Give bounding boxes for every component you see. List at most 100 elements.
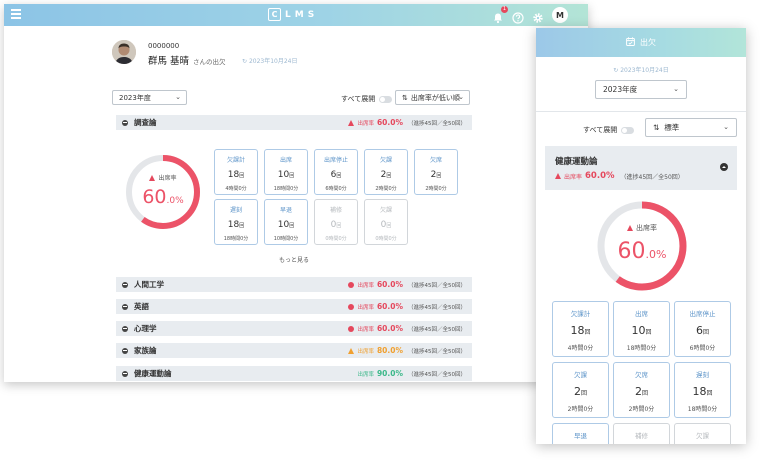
avatar[interactable]: M xyxy=(552,7,568,23)
chevron-down-icon: ⌄ xyxy=(175,93,181,101)
mobile-sort-select[interactable]: ⇅ 標準 ⌄ xyxy=(645,118,737,137)
year-select[interactable]: 2023年度 ⌄ xyxy=(112,90,187,105)
gauge-int: 60 xyxy=(142,186,167,208)
gauge-label-row: 出席率 xyxy=(594,223,690,233)
stat-title: 欠課計 xyxy=(226,157,245,164)
course-name: 英語 xyxy=(134,302,149,311)
notification-badge: 1 xyxy=(501,6,508,13)
mobile-course-header[interactable]: 健康運動論 出席率 60.0% （進捗45回／全50回） xyxy=(545,146,737,190)
stat-cell[interactable]: 欠課 2回 2時間0分 xyxy=(364,149,408,195)
mobile-expand-toggle[interactable]: すべて展開 xyxy=(583,125,635,135)
course-name: 人間工学 xyxy=(134,280,164,289)
stat-cell[interactable]: 早退 10回 10時間0分 xyxy=(264,199,308,245)
course-header[interactable]: 英語 出席率 60.0% （進捗45回／全50回） xyxy=(116,299,472,314)
stat-count: 18回 xyxy=(215,220,257,230)
show-more-link[interactable]: もっと見る xyxy=(279,255,309,264)
updated-date[interactable]: ↻ 2023年10月24日 xyxy=(242,56,297,65)
stat-cell[interactable]: 欠課 0回 0時間0分 xyxy=(364,199,408,245)
mobile-stat-cell[interactable]: 早退 xyxy=(552,423,609,444)
mobile-sort-value: 標準 xyxy=(664,123,680,132)
gauge-label-row: 出席率 xyxy=(124,173,202,182)
stat-cell[interactable]: 欠席 2回 2時間0分 xyxy=(414,149,458,195)
expand-all-label: すべて展開 xyxy=(341,95,376,103)
stat-cell[interactable]: 出席 10回 18時間0分 xyxy=(264,149,308,195)
stat-duration: 18時間0分 xyxy=(626,345,657,352)
mobile-updated-date[interactable]: ↻ 2023年10月24日 xyxy=(536,65,746,74)
course-header[interactable]: 健康運動論 出席率 90.0% （進捗45回／全50回） xyxy=(116,366,472,381)
stat-count: 10回 xyxy=(265,220,307,230)
stat-cell[interactable]: 遅刻 18回 18時間0分 xyxy=(214,199,258,245)
mobile-gauge-int: 60 xyxy=(617,239,646,264)
stat-duration: 18時間0分 xyxy=(273,186,299,192)
student-name-suffix: さんの出欠 xyxy=(193,58,226,66)
mobile-stat-cell[interactable]: 欠席 2回 2時間0分 xyxy=(613,362,670,418)
stat-title: 出席停止 xyxy=(689,310,716,318)
toggle-switch[interactable] xyxy=(379,95,393,103)
chevron-down-icon: ⌄ xyxy=(458,93,464,101)
collapse-icon[interactable] xyxy=(720,163,728,171)
mobile-stat-cell[interactable]: 出席 10回 18時間0分 xyxy=(613,301,670,357)
rate-value: 80.0% xyxy=(376,346,403,355)
mobile-updated-text: 2023年10月24日 xyxy=(620,67,669,74)
mobile-year-select[interactable]: 2023年度 ⌄ xyxy=(595,80,687,99)
course-header[interactable]: 心理学 出席率 60.0% （進捗45回／全50回） xyxy=(116,321,472,336)
sort-select[interactable]: ⇅ 出席率が低い順 ⌄ xyxy=(395,90,470,105)
progress-count: （進捗45回／全50回） xyxy=(408,282,466,289)
student-photo xyxy=(112,40,136,64)
help-icon[interactable] xyxy=(512,9,524,24)
course-header[interactable]: 家族論 出席率 80.0% （進捗45回／全50回） xyxy=(116,343,472,358)
warning-icon xyxy=(348,119,355,126)
mobile-stat-cell[interactable]: 補修 xyxy=(613,423,670,444)
stat-duration: 0時間0分 xyxy=(375,236,397,242)
year-select-value: 2023年度 xyxy=(119,93,151,102)
course-header[interactable]: 人間工学 出席率 60.0% （進捗45回／全50回） xyxy=(116,277,472,292)
expand-icon xyxy=(122,281,128,288)
course-name: 心理学 xyxy=(134,324,157,333)
mobile-course-rate: 出席率 60.0% （進捗45回／全50回） xyxy=(555,171,684,181)
course-header-open[interactable]: 調査論 出席率 60.0% （進捗45回／全50回） xyxy=(116,115,472,130)
warning-icon xyxy=(149,174,156,181)
stat-unit: 回 xyxy=(239,173,245,179)
stat-unit: 回 xyxy=(239,223,245,229)
rate-value: 60.0% xyxy=(376,118,403,127)
mobile-stat-cell[interactable]: 欠課 2回 2時間0分 xyxy=(552,362,609,418)
stat-count: 2回 xyxy=(415,170,457,180)
mobile-stat-cell[interactable]: 出席停止 6回 6時間0分 xyxy=(674,301,731,357)
mobile-stat-cell[interactable]: 遅刻 18回 18時間0分 xyxy=(674,362,731,418)
course-rate: 出席率 80.0% （進捗45回／全50回） xyxy=(348,346,466,355)
stat-title: 欠課計 xyxy=(570,310,591,318)
mobile-stat-cell[interactable]: 欠課計 18回 4時間0分 xyxy=(552,301,609,357)
bell-icon[interactable]: 1 xyxy=(492,6,508,24)
mobile-stat-cell[interactable]: 欠課 xyxy=(674,423,731,444)
stat-number: 2 xyxy=(634,385,642,398)
stat-title: 早退 xyxy=(279,207,292,214)
course-name: 健康運動論 xyxy=(134,369,172,378)
error-icon xyxy=(348,325,355,332)
stat-number: 10 xyxy=(277,220,290,230)
stat-unit: 回 xyxy=(580,390,587,397)
stat-title: 補修 xyxy=(635,432,648,440)
stat-unit: 回 xyxy=(386,223,392,229)
expand-all-toggle[interactable]: すべて展開 xyxy=(341,94,393,104)
mobile-progress-count: （進捗45回／全50回） xyxy=(620,173,684,181)
gear-icon[interactable] xyxy=(532,9,544,23)
stat-cell[interactable]: 欠課計 18回 4時間0分 xyxy=(214,149,258,195)
attendance-gauge: 出席率 60.0% xyxy=(124,153,202,231)
expand-icon xyxy=(122,347,128,354)
menu-icon[interactable] xyxy=(11,9,21,21)
stat-duration: 6時間0分 xyxy=(325,186,347,192)
stat-title: 出席 xyxy=(279,157,292,164)
stat-unit: 回 xyxy=(289,223,295,229)
stat-cell[interactable]: 補修 0回 0時間0分 xyxy=(314,199,358,245)
rate-label: 出席率 xyxy=(357,304,374,311)
app-title: LMS xyxy=(285,9,319,20)
stat-cell[interactable]: 出席停止 6回 6時間0分 xyxy=(314,149,358,195)
toggle-switch[interactable] xyxy=(621,126,635,134)
stat-number: 18 xyxy=(570,324,585,337)
rate-value: 60.0% xyxy=(376,280,403,289)
app-logo[interactable]: C LMS xyxy=(268,8,318,21)
stat-count: 6回 xyxy=(675,324,730,337)
mobile-gauge-dec: .0% xyxy=(645,248,667,261)
stat-count: 2回 xyxy=(365,170,407,180)
mobile-gauge-value: 60.0% xyxy=(594,239,690,264)
